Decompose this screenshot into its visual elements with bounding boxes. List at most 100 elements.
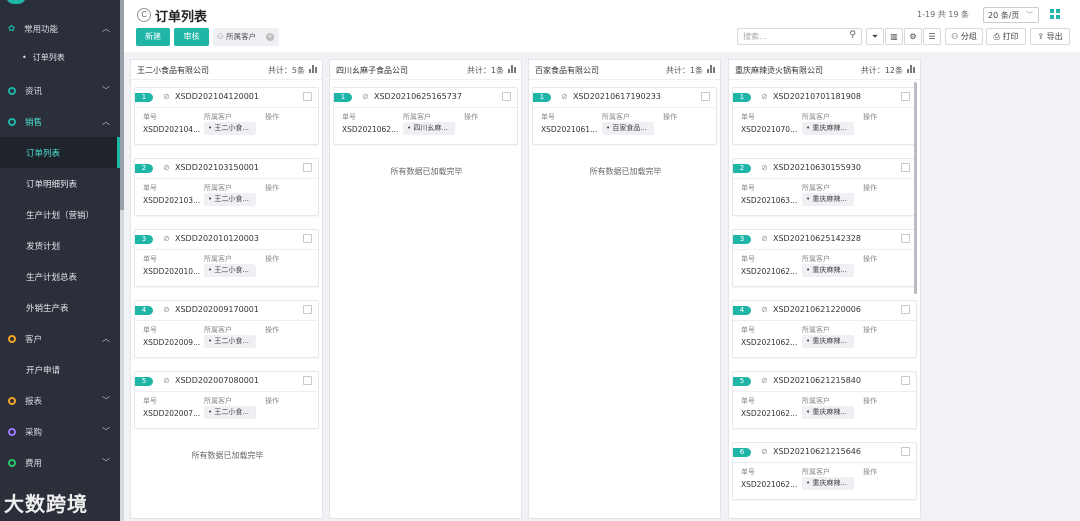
card-checkbox[interactable] (901, 234, 910, 243)
card-checkbox[interactable] (502, 92, 511, 101)
order-card[interactable]: 4 ⊘ XSDD202009170001 单号 所属客户 操作 XSDD202009... •… (134, 300, 319, 358)
filter-icon[interactable]: ⏷ (866, 28, 884, 45)
customer-name: 王二小食... (214, 408, 250, 416)
sidebar-section-customer[interactable]: 客户 ︿ (0, 323, 120, 354)
refresh-icon[interactable]: C (137, 8, 151, 22)
group-button[interactable]: ⚇ 分组 (945, 28, 983, 45)
sidebar-section-news[interactable]: 资讯 ﹀ (0, 75, 120, 106)
chart-icon[interactable] (309, 65, 317, 73)
column-scrollbar[interactable] (914, 82, 917, 294)
sidebar-item-label: 订单列表 (32, 53, 65, 62)
card-checkbox[interactable] (901, 376, 910, 385)
sidebar-item-production-summary[interactable]: 生产计划总表 (0, 261, 120, 292)
card-checkbox[interactable] (303, 92, 312, 101)
settings-icon[interactable]: ⚙ (904, 28, 922, 45)
order-code[interactable]: XSD20210630155930 (773, 163, 861, 172)
sidebar-item-order-detail-list[interactable]: 订单明细列表 (0, 168, 120, 199)
new-button[interactable]: 新建 (136, 28, 170, 46)
card-checkbox[interactable] (901, 163, 910, 172)
divider (135, 391, 318, 392)
card-checkbox[interactable] (303, 305, 312, 314)
sidebar-section-expenses[interactable]: 费用 ﹀ (0, 447, 120, 478)
sidebar-section-sales[interactable]: 销售 ︿ (0, 106, 120, 137)
card-checkbox[interactable] (303, 376, 312, 385)
customer-tag[interactable]: • 重庆麻辣... (802, 406, 854, 419)
filter-tag-customer[interactable]: ⚇ 所属客户 × (213, 28, 279, 46)
order-card[interactable]: 3 ⊘ XSDD202010120003 单号 所属客户 操作 XSDD202010... •… (134, 229, 319, 287)
customer-tag[interactable]: • 重庆麻辣... (802, 477, 854, 490)
search-icon[interactable]: ⚲ (849, 30, 856, 40)
order-card[interactable]: 2 ⊘ XSDD202103150001 单号 所属客户 操作 XSDD202103... •… (134, 158, 319, 216)
sidebar-item-delivery-plan[interactable]: 发货计划 (0, 230, 120, 261)
customer-tag[interactable]: • 百家食品... (602, 122, 654, 135)
order-card[interactable]: 1 ⊘ XSD20210617190233 单号 所属客户 操作 XSD2021061...… (532, 87, 717, 145)
sidebar-section-purchase[interactable]: 采购 ﹀ (0, 416, 120, 447)
order-code[interactable]: XSDD202010120003 (175, 234, 259, 243)
order-card[interactable]: 1 ⊘ XSD20210701181908 单号 所属客户 操作 XSD2021070...… (732, 87, 917, 145)
order-card[interactable]: 5 ⊘ XSDD202007080001 单号 所属客户 操作 XSDD202007... •… (134, 371, 319, 429)
page-size-select[interactable]: 20 条/页 ﹀ (983, 7, 1039, 23)
divider (733, 391, 916, 392)
order-code[interactable]: XSD20210625142328 (773, 234, 861, 243)
order-card[interactable]: 1 ⊘ XSD20210625165737 单号 所属客户 操作 XSD2021062...… (333, 87, 518, 145)
order-code[interactable]: XSD20210621220006 (773, 305, 861, 314)
card-checkbox[interactable] (303, 163, 312, 172)
label-action: 操作 (464, 113, 478, 121)
card-checkbox[interactable] (901, 92, 910, 101)
card-checkbox[interactable] (303, 234, 312, 243)
chart-icon[interactable]: ▥ (885, 28, 903, 45)
order-code[interactable]: XSDD202007080001 (175, 376, 259, 385)
sidebar-item-label: 外销生产表 (26, 303, 69, 314)
sidebar-section-label: 常用功能 (24, 24, 59, 35)
order-card[interactable]: 5 ⊘ XSD20210621215840 单号 所属客户 操作 XSD2021062...… (732, 371, 917, 429)
customer-tag[interactable]: • 四川幺麻... (403, 122, 455, 135)
order-code[interactable]: XSD20210701181908 (773, 92, 861, 101)
order-code[interactable]: XSDD202104120001 (175, 92, 259, 101)
sidebar-item-production-plan-marketing[interactable]: 生产计划（营销） (0, 199, 120, 230)
sidebar-item-order-list[interactable]: 订单列表 (0, 137, 120, 168)
order-card[interactable]: 3 ⊘ XSD20210625142328 单号 所属客户 操作 XSD2021062...… (732, 229, 917, 287)
search-input[interactable]: 搜索... ⚲ (737, 28, 862, 45)
customer-tag[interactable]: • 重庆麻辣... (802, 264, 854, 277)
order-code-short: XSD2021063... (741, 196, 798, 205)
order-card[interactable]: 2 ⊘ XSD20210630155930 单号 所属客户 操作 XSD2021063...… (732, 158, 917, 216)
card-checkbox[interactable] (901, 305, 910, 314)
card-checkbox[interactable] (901, 447, 910, 456)
customer-tag[interactable]: • 重庆麻辣... (802, 122, 854, 135)
customer-tag[interactable]: • 重庆麻辣... (802, 193, 854, 206)
audit-button[interactable]: 审核 (174, 28, 209, 46)
sidebar-section-common[interactable]: ✿ 常用功能 ︿ (0, 13, 120, 44)
sidebar-section-label: 销售 (25, 117, 43, 128)
customer-tag[interactable]: • 王二小食... (204, 122, 256, 135)
label-code: 单号 (143, 326, 157, 334)
order-code[interactable]: XSD20210625165737 (374, 92, 462, 101)
print-button[interactable]: ⎙ 打印 (986, 28, 1026, 45)
customer-tag[interactable]: • 王二小食... (204, 406, 256, 419)
order-code[interactable]: XSD20210621215840 (773, 376, 861, 385)
sidebar-item-account-application[interactable]: 开户申请 (0, 354, 120, 385)
chart-icon[interactable] (707, 65, 715, 73)
export-button[interactable]: ⇪ 导出 (1030, 28, 1070, 45)
column-count: 共计：1条 (466, 66, 504, 75)
order-code[interactable]: XSDD202009170001 (175, 305, 259, 314)
order-card[interactable]: 1 ⊘ XSDD202104120001 单号 所属客户 操作 XSDD202104... •… (134, 87, 319, 145)
sidebar-section-reports[interactable]: 报表 ﹀ (0, 385, 120, 416)
card-checkbox[interactable] (701, 92, 710, 101)
label-action: 操作 (863, 184, 877, 192)
customer-tag[interactable]: • 王二小食... (204, 335, 256, 348)
sidebar-item-common-order-list[interactable]: • 订单列表 (0, 42, 120, 73)
customer-tag[interactable]: • 王二小食... (204, 193, 256, 206)
sidebar-item-export-production[interactable]: 外销生产表 (0, 292, 120, 323)
sort-icon[interactable]: ☰ (923, 28, 941, 45)
order-code[interactable]: XSDD202103150001 (175, 163, 259, 172)
order-code[interactable]: XSD20210617190233 (573, 92, 661, 101)
order-code[interactable]: XSD20210621215646 (773, 447, 861, 456)
order-card[interactable]: 6 ⊘ XSD20210621215646 单号 所属客户 操作 XSD2021062...… (732, 442, 917, 500)
chart-icon[interactable] (907, 65, 915, 73)
customer-tag[interactable]: • 重庆麻辣... (802, 335, 854, 348)
customer-tag[interactable]: • 王二小食... (204, 264, 256, 277)
chart-icon[interactable] (508, 65, 516, 73)
view-switch-icon[interactable] (1050, 9, 1060, 19)
close-icon[interactable]: × (266, 33, 274, 41)
order-card[interactable]: 4 ⊘ XSD20210621220006 单号 所属客户 操作 XSD2021062...… (732, 300, 917, 358)
